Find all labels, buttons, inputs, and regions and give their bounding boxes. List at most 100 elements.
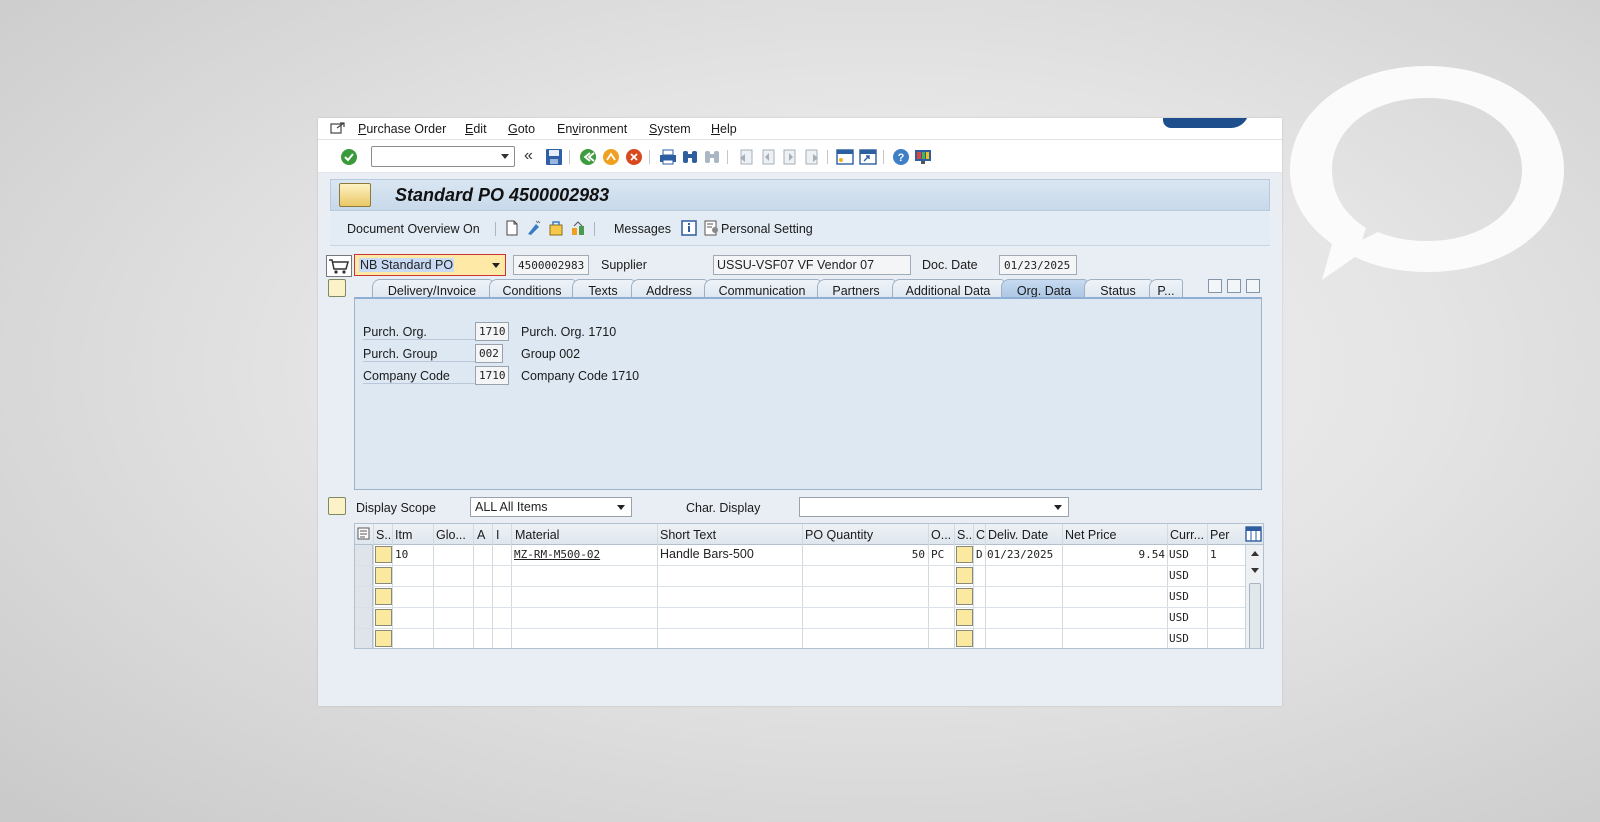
material-link[interactable]: MZ-RM-M500-02	[514, 548, 600, 561]
status-cell[interactable]	[375, 567, 392, 584]
currency-cell[interactable]: USD	[1169, 611, 1189, 624]
s-cell[interactable]	[956, 609, 973, 626]
table-row[interactable]: 10 MZ-RM-M500-02 Handle Bars-500 50 PC D…	[355, 545, 1245, 566]
last-page-icon[interactable]	[803, 148, 821, 166]
tab-list-icon[interactable]	[1246, 279, 1260, 293]
menu-exit-icon[interactable]	[330, 122, 346, 135]
currency-cell[interactable]: USD	[1169, 632, 1189, 645]
chevron-down-icon[interactable]	[617, 505, 625, 510]
find-icon[interactable]	[681, 148, 699, 166]
table-row[interactable]: USD	[355, 566, 1245, 587]
chevron-down-icon[interactable]	[501, 154, 509, 159]
company-code-field[interactable]: 1710	[475, 366, 509, 385]
other-purchase-order-icon[interactable]	[548, 220, 564, 236]
shopping-cart-icon[interactable]	[326, 255, 352, 277]
row-selector[interactable]	[355, 566, 373, 586]
personal-setting-button[interactable]: Personal Setting	[721, 222, 813, 236]
col-material[interactable]: Material	[515, 528, 655, 542]
vertical-scrollbar[interactable]	[1245, 545, 1263, 648]
purch-group-field[interactable]: 002	[475, 344, 503, 363]
scroll-up-icon[interactable]	[1250, 549, 1260, 557]
s-cell[interactable]	[956, 567, 973, 584]
po-number-field[interactable]: 4500002983	[513, 255, 589, 275]
document-overview-button[interactable]: Document Overview On	[347, 222, 480, 236]
order-unit-cell[interactable]: PC	[931, 548, 944, 561]
menu-environment[interactable]: Environment	[557, 122, 627, 136]
menu-system[interactable]: System	[649, 122, 691, 136]
status-cell[interactable]	[375, 588, 392, 605]
table-settings-icon[interactable]	[1245, 526, 1262, 542]
col-short-text[interactable]: Short Text	[660, 528, 800, 542]
print-icon[interactable]	[659, 148, 677, 166]
new-session-icon[interactable]	[836, 148, 854, 166]
row-selector[interactable]	[355, 587, 373, 607]
row-selector[interactable]	[355, 608, 373, 628]
tab-scroll-left-icon[interactable]	[1208, 279, 1222, 293]
status-cell[interactable]	[375, 546, 392, 563]
currency-cell[interactable]: USD	[1169, 590, 1189, 603]
row-selector[interactable]	[355, 545, 373, 565]
col-deliv-date[interactable]: Deliv. Date	[988, 528, 1062, 542]
tab-scroll-right-icon[interactable]	[1227, 279, 1241, 293]
next-page-icon[interactable]	[781, 148, 799, 166]
row-selector[interactable]	[355, 629, 373, 648]
enter-icon[interactable]	[340, 148, 358, 166]
supplier-field[interactable]: USSU-VSF07 VF Vendor 07	[713, 255, 911, 275]
help-icon[interactable]: ?	[892, 148, 910, 166]
select-all-icon[interactable]	[357, 527, 370, 540]
s-cell[interactable]	[956, 588, 973, 605]
display-change-icon[interactable]	[526, 220, 542, 236]
col-s[interactable]: S..	[957, 528, 973, 542]
save-icon[interactable]	[545, 148, 563, 166]
col-global[interactable]: Glo...	[436, 528, 472, 542]
table-row[interactable]: USD	[355, 587, 1245, 608]
document-type-icon[interactable]	[339, 183, 371, 207]
deliv-date-cell[interactable]: 01/23/2025	[987, 548, 1053, 561]
exit-icon[interactable]	[602, 148, 620, 166]
scrollbar-thumb[interactable]	[1249, 583, 1261, 648]
chevron-down-icon[interactable]	[1054, 505, 1062, 510]
status-cell[interactable]	[375, 609, 392, 626]
header-expand-icon[interactable]	[328, 279, 346, 297]
new-document-icon[interactable]	[504, 220, 520, 236]
col-item-category[interactable]: I	[496, 528, 508, 542]
menu-purchase-order[interactable]: Purchase Order	[358, 122, 446, 136]
layout-icon[interactable]	[914, 148, 932, 166]
col-item[interactable]: Itm	[395, 528, 431, 542]
col-currency[interactable]: Curr...	[1170, 528, 1206, 542]
status-cell[interactable]	[375, 630, 392, 647]
command-field[interactable]	[371, 146, 515, 167]
shortcut-icon[interactable]	[859, 148, 877, 166]
first-page-icon[interactable]	[737, 148, 755, 166]
char-display-select[interactable]	[799, 497, 1069, 517]
item-number[interactable]: 10	[395, 548, 408, 561]
purch-org-field[interactable]: 1710	[475, 322, 509, 341]
col-per[interactable]: Per	[1210, 528, 1234, 542]
menu-edit[interactable]: Edit	[465, 122, 487, 136]
hold-icon[interactable]	[570, 220, 586, 236]
col-po-quantity[interactable]: PO Quantity	[805, 528, 925, 542]
info-icon[interactable]	[681, 220, 697, 236]
currency-cell[interactable]: USD	[1169, 569, 1189, 582]
scroll-down-icon[interactable]	[1250, 567, 1260, 575]
doc-date-field[interactable]: 01/23/2025	[999, 255, 1077, 275]
col-account-assignment[interactable]: A	[477, 528, 491, 542]
table-row[interactable]: USD	[355, 608, 1245, 629]
document-type-select[interactable]: NB Standard PO	[354, 254, 506, 276]
per-cell[interactable]: 1	[1210, 548, 1217, 561]
currency-cell[interactable]: USD	[1169, 548, 1189, 561]
po-quantity-cell[interactable]: 50	[805, 548, 925, 561]
c-cell[interactable]: D	[976, 548, 983, 561]
item-expand-icon[interactable]	[328, 497, 346, 515]
collapse-command-icon[interactable]: «	[524, 147, 533, 165]
col-status[interactable]: S..	[376, 528, 392, 542]
chevron-down-icon[interactable]	[492, 263, 500, 268]
display-scope-select[interactable]: ALL All Items	[470, 497, 632, 517]
s-cell[interactable]	[956, 546, 973, 563]
cancel-icon[interactable]	[625, 148, 643, 166]
short-text-cell[interactable]: Handle Bars-500	[660, 547, 754, 561]
net-price-cell[interactable]: 9.54	[1065, 548, 1166, 561]
menu-help[interactable]: Help	[711, 122, 737, 136]
col-order-unit[interactable]: O...	[931, 528, 955, 542]
personal-setting-icon[interactable]	[704, 220, 720, 236]
